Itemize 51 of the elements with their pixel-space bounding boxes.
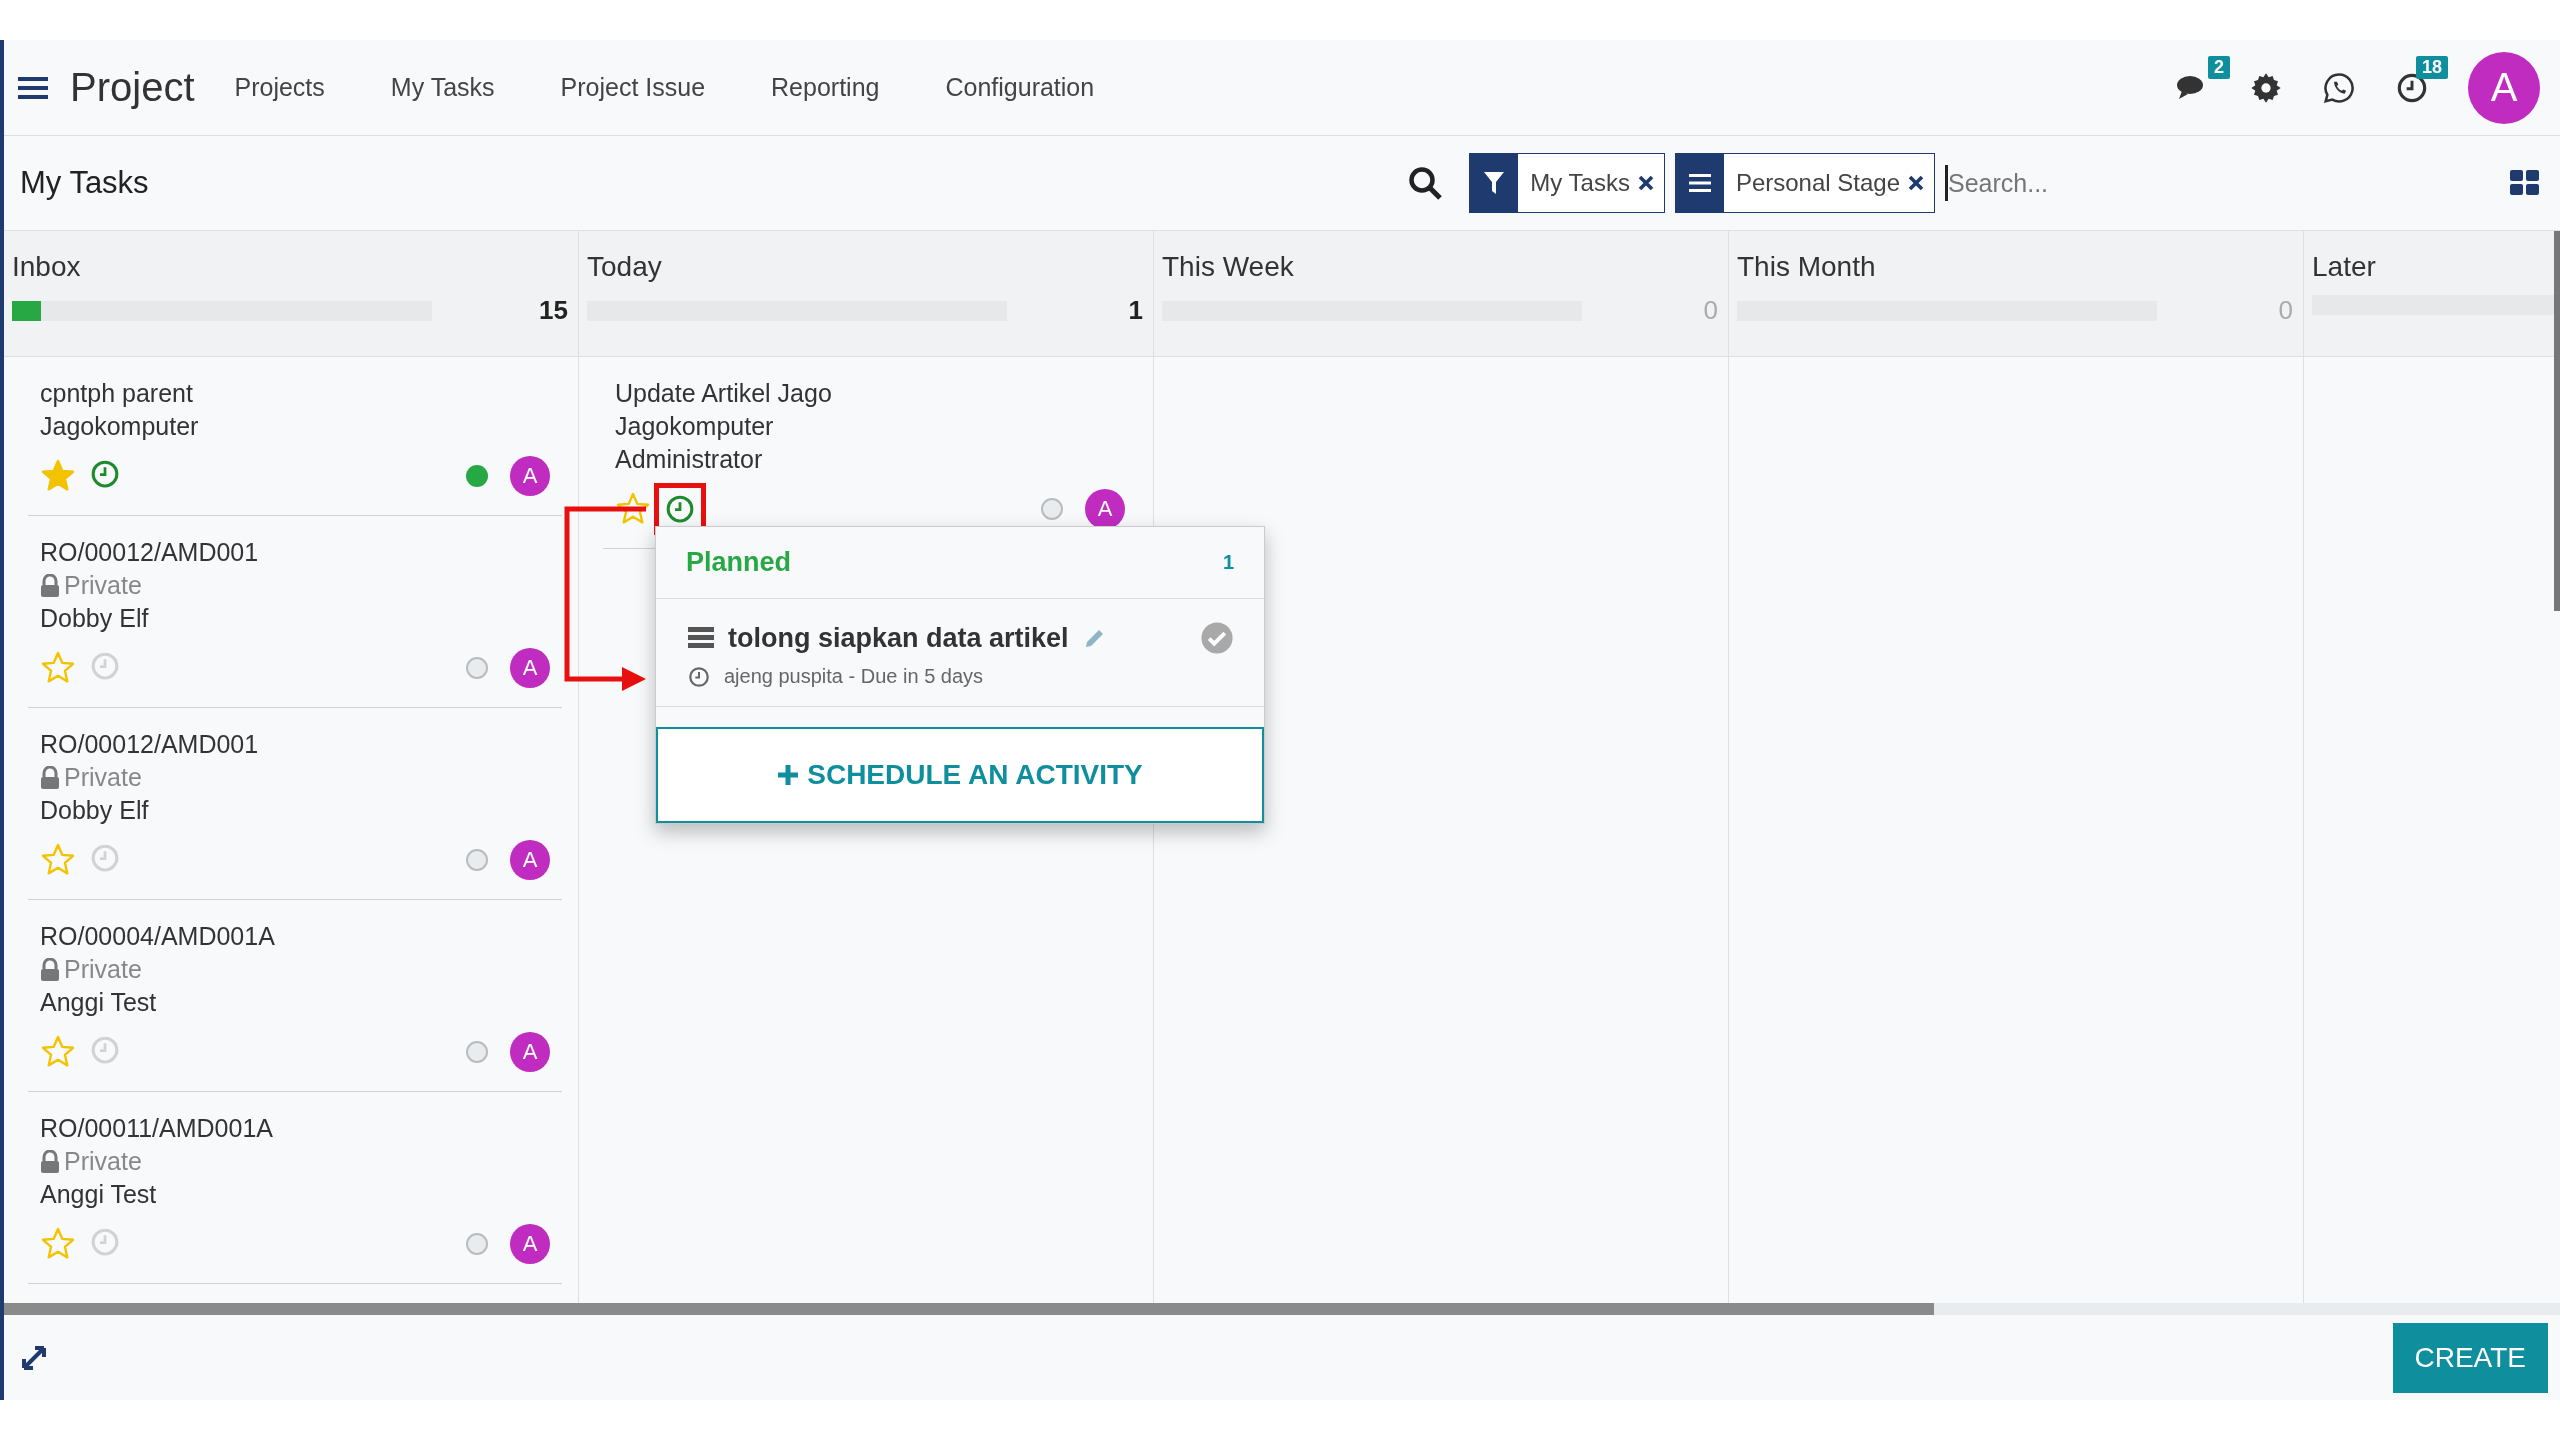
activity-count: 1 <box>1222 551 1234 574</box>
card-subtitle: Anggi Test <box>40 987 158 1018</box>
popup-title: Planned <box>686 547 792 578</box>
column-title: Later <box>2312 250 2377 284</box>
card-subtitle: Jagokomputer <box>615 411 775 442</box>
schedule-activity-button[interactable]: SCHEDULE AN ACTIVITY <box>656 727 1264 823</box>
card-title: RO/00012/AMD001 <box>40 729 260 760</box>
avatar: A <box>510 456 550 496</box>
column-count: 0 <box>2277 295 2293 326</box>
column-title: Today <box>587 250 663 284</box>
card-subtitle: Jagokomputer <box>40 411 200 442</box>
card-title: RO/00011/AMD001A <box>40 1113 274 1144</box>
menu-item[interactable]: Projects <box>234 73 325 102</box>
menu-item[interactable]: My Tasks <box>390 73 495 102</box>
card-title: RO/00012/AMD001 <box>40 537 260 568</box>
menu-item[interactable]: Configuration <box>945 73 1095 102</box>
column-count: 1 <box>1127 295 1143 326</box>
create-button[interactable]: CREATE <box>2392 1322 2548 1393</box>
privacy-label: Private <box>64 1146 142 1177</box>
activity-meta: ajeng puspita - Due in 5 days <box>724 665 984 688</box>
column-count: 0 <box>1702 295 1718 326</box>
breadcrumb: My Tasks <box>20 165 149 201</box>
user-avatar[interactable]: A <box>2468 51 2540 124</box>
menu-item[interactable]: Project Issue <box>560 73 706 102</box>
avatar: A <box>510 840 550 880</box>
menu-item[interactable]: Reporting <box>771 73 880 102</box>
card-title: cpntph parent <box>40 378 194 409</box>
card-subtitle: Anggi Test <box>40 1179 158 1210</box>
filter-facet[interactable]: Personal Stage <box>1674 153 1935 213</box>
card-title: Update Artikel Jago <box>615 378 833 409</box>
card-subtitle: Dobby Elf <box>40 795 150 826</box>
avatar: A <box>510 1032 550 1072</box>
app-title: Project <box>70 65 195 110</box>
card-title: RO/00004/AMD001A <box>40 921 276 952</box>
column-title: This Week <box>1162 250 1295 284</box>
privacy-label: Private <box>64 954 142 985</box>
search-field[interactable]: Search... <box>1945 165 2510 201</box>
card-subtitle: Dobby Elf <box>40 603 150 634</box>
avatar: A <box>1085 489 1125 529</box>
filter-facet[interactable]: My Tasks <box>1469 153 1665 213</box>
column-title: This Month <box>1737 250 1877 284</box>
privacy-label: Private <box>64 762 142 793</box>
column-title: Inbox <box>12 250 82 284</box>
avatar: A <box>510 648 550 688</box>
activity-summary: tolong siapkan data artikel <box>728 622 1069 654</box>
activity-count-badge: 18 <box>2415 55 2448 79</box>
privacy-label: Private <box>64 570 142 601</box>
avatar: A <box>510 1224 550 1264</box>
message-count-badge: 2 <box>2208 55 2230 79</box>
card-subtitle: Administrator <box>615 444 764 475</box>
column-count: 15 <box>538 295 568 326</box>
